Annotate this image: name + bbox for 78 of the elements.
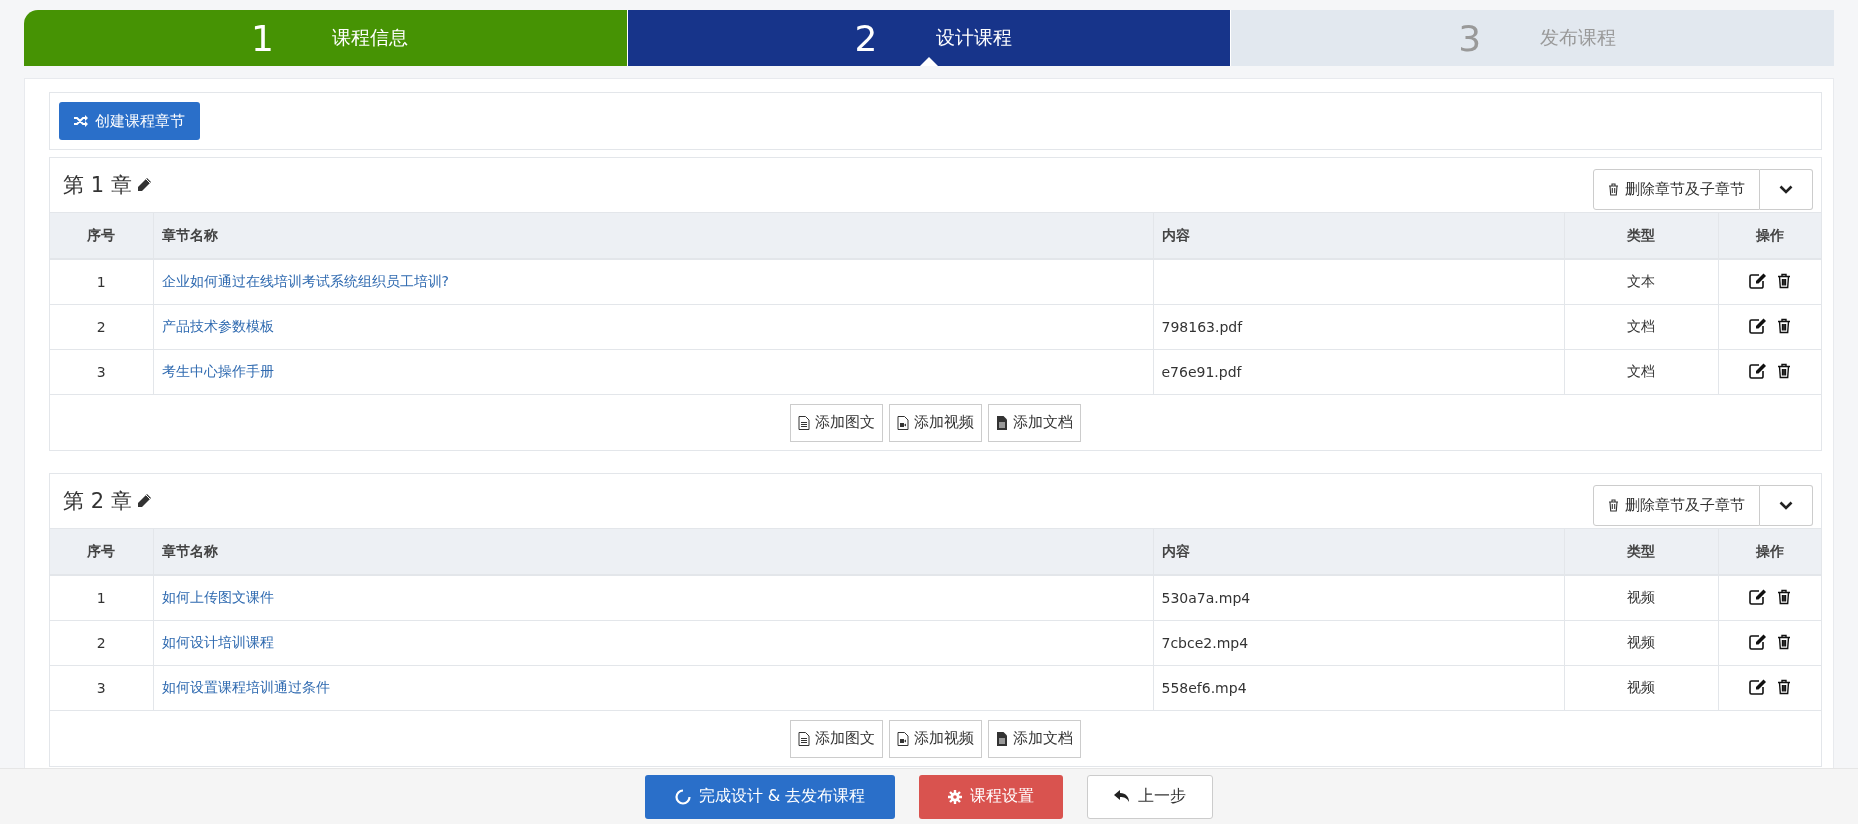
footer-button[interactable]: 上一步 (1087, 774, 1213, 819)
chapter-title: 第 1 章 (63, 172, 132, 199)
table-cell: 7cbce2.mp4 (1161, 635, 1249, 651)
video-file-icon (897, 415, 909, 430)
pencil-icon[interactable] (135, 177, 152, 193)
table-cell: 3 (50, 665, 153, 711)
table-cell: 3 (50, 349, 153, 395)
document-icon (996, 731, 1008, 746)
trash-icon (1608, 182, 1619, 196)
trash-icon[interactable] (1776, 588, 1791, 605)
column-header: 类型 (1564, 212, 1718, 259)
create-chapter-button[interactable]: 创建课程章节 (59, 102, 200, 140)
trash-icon[interactable] (1776, 317, 1791, 334)
footer-button[interactable]: 完成设计 & 去发布课程 (645, 774, 895, 819)
edit-icon[interactable] (1748, 678, 1767, 695)
chapter-link[interactable]: 考生中心操作手册 (161, 363, 274, 379)
table-cell: 558ef6.mp4 (1161, 680, 1247, 696)
edit-icon[interactable] (1748, 317, 1767, 334)
wizard-step[interactable]: 1 课程信息 (24, 10, 628, 66)
footer-button[interactable]: 课程设置 (919, 774, 1063, 819)
edit-icon[interactable] (1748, 588, 1767, 605)
add-button[interactable]: 添加视频 (889, 403, 982, 442)
trash-icon[interactable] (1776, 362, 1791, 379)
column-header: 操作 (1718, 212, 1821, 259)
shuffle-icon (74, 115, 88, 127)
step-pointer-icon (920, 57, 938, 66)
chapter-link[interactable]: 如何上传图文课件 (161, 589, 274, 605)
document-icon (996, 415, 1008, 430)
table-cell: 文档 (1564, 349, 1718, 395)
column-header: 章节名称 (153, 212, 1153, 259)
table-cell: 1 (50, 575, 153, 621)
table-cell: 2 (50, 304, 153, 350)
chapter-title: 第 2 章 (63, 488, 132, 515)
chapter-link[interactable]: 企业如何通过在线培训考试系统组织员工培训? (161, 273, 449, 289)
column-header: 操作 (1718, 528, 1821, 575)
table-cell: 视频 (1564, 575, 1718, 621)
trash-icon (1608, 498, 1619, 512)
table-cell: 530a7a.mp4 (1161, 590, 1251, 606)
back-arrow-icon (1114, 789, 1130, 804)
edit-icon[interactable] (1748, 272, 1767, 289)
table-cell: 文档 (1564, 304, 1718, 350)
add-button[interactable]: 添加视频 (889, 719, 982, 758)
chapter-link[interactable]: 产品技术参数模板 (161, 318, 274, 334)
wizard-step[interactable]: 2 设计课程 (627, 10, 1232, 66)
column-header: 内容 (1153, 528, 1564, 575)
column-header: 内容 (1153, 212, 1564, 259)
table-cell: 视频 (1564, 665, 1718, 711)
gear-icon (948, 789, 962, 804)
caret-icon (1779, 184, 1793, 194)
pencil-icon[interactable] (135, 493, 152, 509)
chapter-link[interactable]: 如何设计培训课程 (161, 634, 274, 650)
table-cell: e76e91.pdf (1161, 364, 1242, 380)
column-header: 序号 (50, 212, 153, 259)
table-cell: 文本 (1564, 259, 1718, 305)
column-header: 序号 (50, 528, 153, 575)
table-cell: 1 (50, 259, 153, 305)
table-cell: 2 (50, 620, 153, 666)
add-button[interactable]: 添加文档 (988, 403, 1081, 442)
delete-chapter-button[interactable]: 删除章节及子章节 (1593, 484, 1760, 526)
document-icon (798, 415, 810, 430)
trash-icon[interactable] (1776, 678, 1791, 695)
edit-icon[interactable] (1748, 633, 1767, 650)
chapter-link[interactable]: 如何设置课程培训通过条件 (161, 679, 330, 695)
trash-icon[interactable] (1776, 272, 1791, 289)
video-file-icon (897, 731, 909, 746)
add-button[interactable]: 添加图文 (790, 403, 883, 442)
column-header: 章节名称 (153, 528, 1153, 575)
add-button[interactable]: 添加图文 (790, 719, 883, 758)
table-cell: 798163.pdf (1161, 319, 1243, 335)
table-cell: 视频 (1564, 620, 1718, 666)
add-button[interactable]: 添加文档 (988, 719, 1081, 758)
spinner-icon (674, 788, 691, 805)
delete-chapter-button[interactable]: 删除章节及子章节 (1593, 168, 1760, 210)
caret-icon (1779, 500, 1793, 510)
column-header: 类型 (1564, 528, 1718, 575)
document-icon (798, 731, 810, 746)
edit-icon[interactable] (1748, 362, 1767, 379)
trash-icon[interactable] (1776, 633, 1791, 650)
